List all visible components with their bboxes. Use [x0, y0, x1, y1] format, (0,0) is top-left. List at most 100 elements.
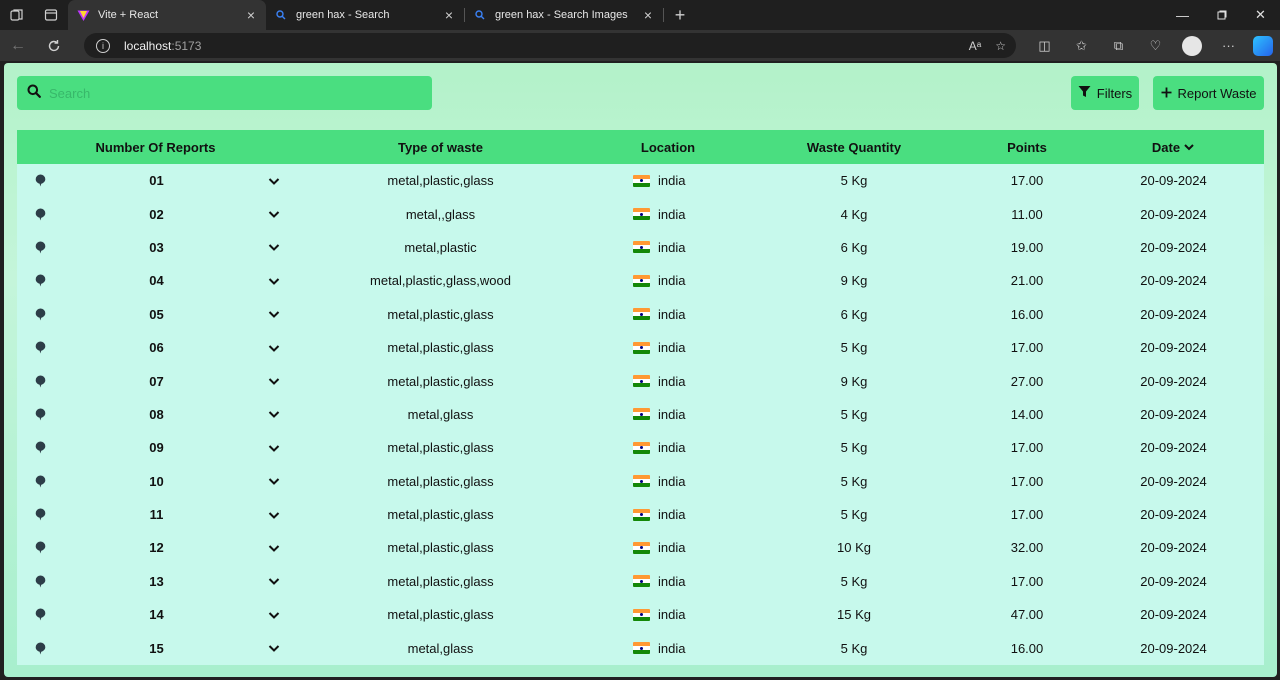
- expand-row-button[interactable]: [254, 407, 294, 421]
- expand-row-button[interactable]: [254, 307, 294, 321]
- table-row[interactable]: 06 metal,plastic,glass india 5 Kg 17.00 …: [17, 331, 1264, 364]
- waste-quantity: 10 Kg: [837, 540, 871, 556]
- refresh-icon[interactable]: [36, 39, 72, 53]
- expand-row-button[interactable]: [254, 274, 294, 288]
- location-cell: india: [587, 641, 749, 656]
- location-cell: india: [587, 507, 749, 522]
- report-number: 01: [149, 173, 164, 189]
- location-cell: india: [587, 307, 749, 322]
- search-icon: [27, 84, 41, 103]
- address-bar-row: ← i localhost:5173 Aᵃ ☆ ◫ ✩ ⧉ ♡ ···: [0, 30, 1280, 61]
- maximize-icon[interactable]: [1202, 0, 1241, 30]
- waste-type: metal,plastic,glass: [387, 306, 494, 322]
- location-pin-icon: [17, 408, 59, 421]
- new-tab-button[interactable]: +: [664, 0, 696, 30]
- table-row[interactable]: 04 metal,plastic,glass,wood india 9 Kg 2…: [17, 264, 1264, 297]
- expand-row-button[interactable]: [254, 641, 294, 655]
- table-row[interactable]: 12 metal,plastic,glass india 10 Kg 32.00…: [17, 531, 1264, 564]
- collections-icon[interactable]: ⧉: [1100, 38, 1137, 54]
- location-cell: india: [587, 407, 749, 422]
- location-text: india: [658, 239, 686, 255]
- chevron-down-icon: [268, 478, 280, 486]
- table-row[interactable]: 09 metal,plastic,glass india 5 Kg 17.00 …: [17, 431, 1264, 464]
- expand-row-button[interactable]: [254, 174, 294, 188]
- expand-row-button[interactable]: [254, 341, 294, 355]
- window-controls: — ✕: [1163, 0, 1280, 30]
- table-row[interactable]: 08 metal,glass india 5 Kg 14.00 20-09-20…: [17, 398, 1264, 431]
- table-row[interactable]: 10 metal,plastic,glass india 5 Kg 17.00 …: [17, 465, 1264, 498]
- back-icon[interactable]: ←: [0, 37, 36, 55]
- expand-row-button[interactable]: [254, 441, 294, 455]
- expand-row-button[interactable]: [254, 541, 294, 555]
- table-row[interactable]: 15 metal,glass india 5 Kg 16.00 20-09-20…: [17, 631, 1264, 664]
- points: 17.00: [1010, 573, 1044, 589]
- waste-type: metal,plastic,glass: [387, 607, 494, 623]
- favorites-icon[interactable]: ✩: [1063, 38, 1100, 54]
- close-tab-icon[interactable]: ×: [641, 7, 655, 23]
- split-screen-icon[interactable]: ◫: [1026, 38, 1063, 54]
- tab-green-hax-search[interactable]: green hax - Search ×: [266, 0, 464, 30]
- report-waste-label: Report Waste: [1177, 85, 1257, 101]
- app-viewport: Filters Report Waste Number Of Reports T…: [0, 61, 1280, 680]
- waste-quantity: 9 Kg: [840, 373, 868, 389]
- table-row[interactable]: 13 metal,plastic,glass india 5 Kg 17.00 …: [17, 565, 1264, 598]
- filters-button[interactable]: Filters: [1071, 76, 1139, 110]
- browser-essentials-icon[interactable]: ♡: [1137, 38, 1174, 54]
- location-pin-icon: [17, 308, 59, 321]
- tab-green-hax-images[interactable]: green hax - Search Images ×: [465, 0, 663, 30]
- more-menu-icon[interactable]: ···: [1210, 38, 1247, 53]
- report-waste-button[interactable]: Report Waste: [1153, 76, 1264, 110]
- read-aloud-icon[interactable]: Aᵃ: [969, 39, 981, 53]
- close-tab-icon[interactable]: ×: [244, 7, 258, 23]
- tab-actions-icon[interactable]: [34, 0, 68, 30]
- expand-row-button[interactable]: [254, 574, 294, 588]
- chevron-down-icon: [268, 211, 280, 218]
- close-tab-icon[interactable]: ×: [442, 7, 456, 23]
- waste-type: metal,plastic,glass: [387, 173, 494, 189]
- expand-row-button[interactable]: [254, 207, 294, 221]
- search-input[interactable]: [49, 85, 409, 101]
- waste-quantity: 9 Kg: [840, 273, 868, 289]
- table-row[interactable]: 03 metal,plastic india 6 Kg 19.00 20-09-…: [17, 231, 1264, 264]
- table-row[interactable]: 05 metal,plastic,glass india 6 Kg 16.00 …: [17, 298, 1264, 331]
- profile-avatar[interactable]: [1182, 35, 1202, 56]
- waste-type: metal,plastic,glass: [387, 507, 494, 523]
- location-text: india: [658, 273, 686, 289]
- tab-title: Vite + React: [98, 9, 159, 21]
- expand-row-button[interactable]: [254, 474, 294, 488]
- report-number: 15: [149, 640, 164, 656]
- chevron-down-icon: [268, 344, 280, 352]
- report-number: 07: [149, 373, 164, 389]
- copilot-icon[interactable]: [1253, 35, 1273, 56]
- search-bar[interactable]: [17, 76, 432, 110]
- favorite-star-icon[interactable]: ☆: [995, 39, 1006, 53]
- report-number: 10: [149, 473, 164, 489]
- expand-row-button[interactable]: [254, 240, 294, 254]
- table-row[interactable]: 14 metal,plastic,glass india 15 Kg 47.00…: [17, 598, 1264, 631]
- workspaces-icon[interactable]: [0, 0, 34, 30]
- header-date-sort[interactable]: Date: [1095, 140, 1252, 155]
- minimize-icon[interactable]: —: [1163, 0, 1202, 30]
- tab-vite-react[interactable]: Vite + React ×: [68, 0, 266, 30]
- location-pin-icon: [17, 475, 59, 488]
- close-window-icon[interactable]: ✕: [1241, 0, 1280, 30]
- chevron-down-icon: [268, 411, 280, 419]
- india-flag-icon: [633, 208, 650, 221]
- vite-icon: [76, 8, 90, 22]
- expand-row-button[interactable]: [254, 608, 294, 622]
- browser-tab-bar: Vite + React × green hax - Search × gree…: [0, 0, 1280, 30]
- site-info-icon[interactable]: i: [96, 38, 110, 53]
- table-row[interactable]: 01 metal,plastic,glass india 5 Kg 17.00 …: [17, 164, 1264, 197]
- header-points: Points: [1007, 139, 1047, 155]
- location-cell: india: [587, 440, 749, 455]
- table-row[interactable]: 11 metal,plastic,glass india 5 Kg 17.00 …: [17, 498, 1264, 531]
- expand-row-button[interactable]: [254, 508, 294, 522]
- waste-quantity: 4 Kg: [840, 206, 868, 222]
- table-row[interactable]: 07 metal,plastic,glass india 9 Kg 27.00 …: [17, 364, 1264, 397]
- waste-type: metal,plastic,glass,wood: [370, 273, 511, 289]
- expand-row-button[interactable]: [254, 374, 294, 388]
- location-pin-icon: [17, 375, 59, 388]
- india-flag-icon: [633, 341, 650, 354]
- url-field[interactable]: i localhost:5173 Aᵃ ☆: [84, 33, 1016, 58]
- table-row[interactable]: 02 metal,,glass india 4 Kg 11.00 20-09-2…: [17, 197, 1264, 230]
